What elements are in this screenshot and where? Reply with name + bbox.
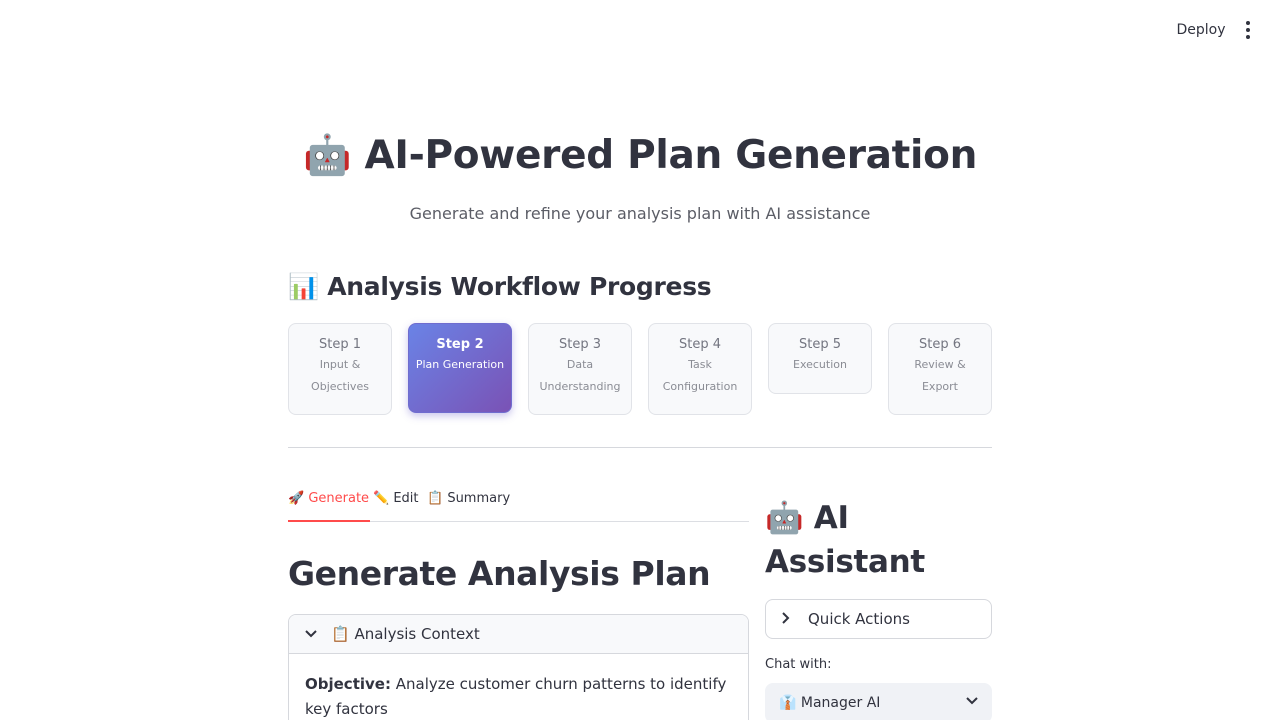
- tab-bar: 🚀 Generate ✏️ Edit 📋 Summary: [288, 488, 749, 522]
- step-label: Review & Export: [914, 358, 966, 393]
- analysis-context-label: 📋 Analysis Context: [331, 625, 480, 643]
- step-card-5[interactable]: Step 5 Execution: [768, 323, 872, 394]
- chevron-right-icon: [782, 611, 796, 627]
- step-card-1[interactable]: Step 1 Input & Objectives: [288, 323, 392, 415]
- step-card-3[interactable]: Step 3 Data Understanding: [528, 323, 632, 415]
- step-card-4[interactable]: Step 4 Task Configuration: [648, 323, 752, 415]
- step-label: Plan Generation: [415, 358, 505, 371]
- tab-edit[interactable]: ✏️ Edit: [373, 488, 419, 521]
- kebab-menu-icon[interactable]: [1238, 18, 1258, 42]
- top-toolbar: Deploy: [0, 0, 1280, 60]
- step-card-2[interactable]: Step 2 Plan Generation: [408, 323, 512, 413]
- workflow-progress-heading: 📊 Analysis Workflow Progress: [288, 272, 712, 301]
- generate-section-title: Generate Analysis Plan: [288, 554, 711, 593]
- chat-with-value: 👔 Manager AI: [779, 695, 881, 711]
- step-label: Execution: [793, 358, 847, 371]
- analysis-context-body: Objective: Analyze customer churn patter…: [289, 654, 748, 720]
- step-label: Data Understanding: [539, 358, 621, 393]
- tab-generate[interactable]: 🚀 Generate: [288, 488, 371, 522]
- step-number: Step 1: [318, 337, 361, 352]
- step-number: Step 5: [798, 337, 841, 352]
- analysis-context-toggle[interactable]: 📋 Analysis Context: [289, 615, 748, 654]
- step-number: Step 2: [436, 337, 484, 352]
- objective-label: Objective:: [305, 675, 391, 693]
- tab-summary[interactable]: 📋 Summary: [427, 488, 510, 521]
- chat-with-label: Chat with:: [765, 657, 832, 672]
- chevron-down-icon: [966, 694, 978, 708]
- step-label: Input & Objectives: [311, 358, 369, 393]
- workflow-steps: Step 1 Input & Objectives Step 2 Plan Ge…: [288, 323, 992, 417]
- ai-assistant-title: 🤖 AI Assistant: [765, 500, 925, 580]
- quick-actions-expander[interactable]: Quick Actions: [765, 599, 992, 639]
- step-number: Step 3: [558, 337, 601, 352]
- page-subtitle: Generate and refine your analysis plan w…: [409, 204, 871, 223]
- step-number: Step 6: [918, 337, 961, 352]
- step-number: Step 4: [678, 337, 721, 352]
- chat-with-select[interactable]: 👔 Manager AI: [765, 683, 992, 720]
- page-title: 🤖 AI-Powered Plan Generation: [302, 133, 978, 178]
- section-divider: [288, 447, 992, 448]
- step-label: Task Configuration: [662, 358, 738, 393]
- chevron-down-icon: [305, 627, 319, 641]
- analysis-context-expander: 📋 Analysis Context Objective: Analyze cu…: [288, 614, 749, 720]
- step-card-6[interactable]: Step 6 Review & Export: [888, 323, 992, 415]
- deploy-button[interactable]: Deploy: [1170, 19, 1232, 41]
- quick-actions-label: Quick Actions: [808, 610, 910, 628]
